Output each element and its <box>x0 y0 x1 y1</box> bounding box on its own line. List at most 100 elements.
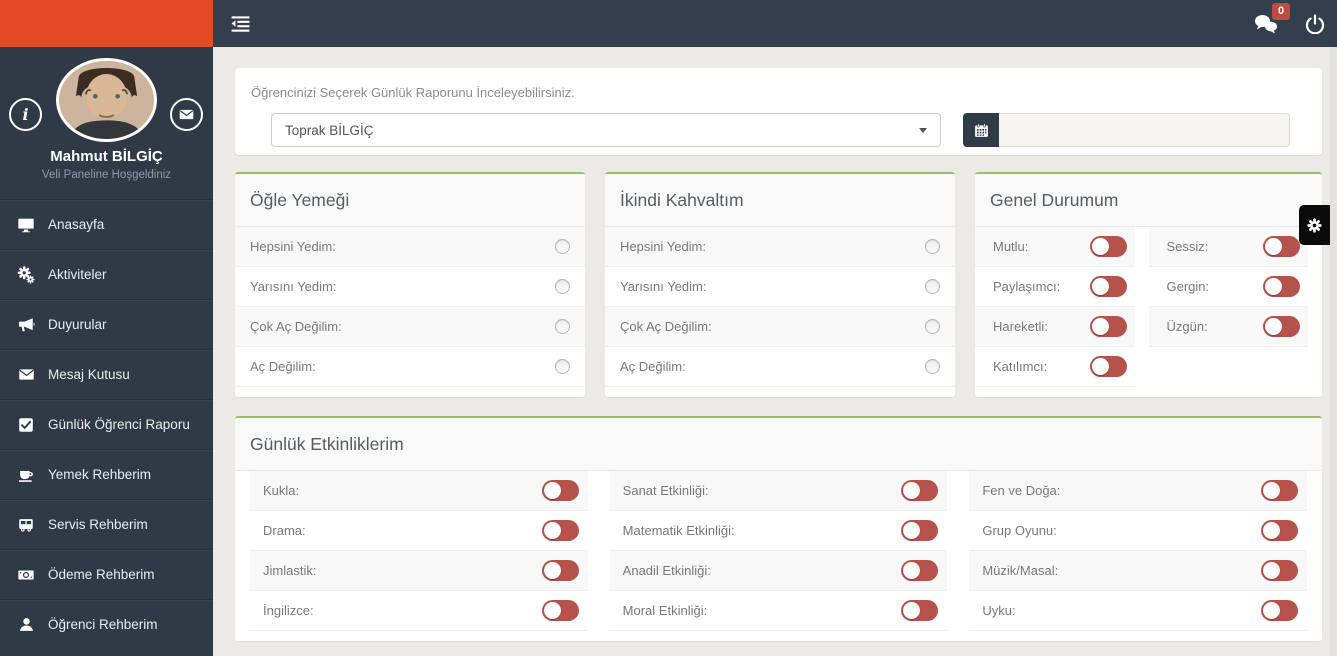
main-content: Öğrencinizi Seçerek Günlük Raporunu İnce… <box>213 47 1337 656</box>
sidebar-item-aktiviteler[interactable]: Aktiviteler <box>0 249 213 299</box>
row-label: Çok Aç Değilim: <box>620 319 712 334</box>
toggle-switch[interactable] <box>1261 520 1299 541</box>
activity-row: Grup Oyunu: <box>969 511 1308 551</box>
sidebar-item-yemek-rehberim[interactable]: Yemek Rehberim <box>0 449 213 499</box>
sidebar-item-gunluk-ogrenci-raporu[interactable]: Günlük Öğrenci Raporu <box>0 399 213 449</box>
check-square-icon <box>15 417 37 433</box>
sidebar-item-anasayfa[interactable]: Anasayfa <box>0 199 213 249</box>
radio-button[interactable] <box>925 239 940 254</box>
row-label: Jimlastik: <box>263 563 317 578</box>
sidebar-toggle-button[interactable] <box>230 13 251 34</box>
row-label: Katılımcı: <box>993 359 1048 374</box>
sidebar-item-label: Öğrenci Rehberim <box>48 617 158 632</box>
row-label: Yarısını Yedim: <box>620 279 707 294</box>
activities-panel: Günlük Etkinliklerim Kukla: Drama: Jimla… <box>235 416 1322 641</box>
student-select-value: Toprak BİLGİÇ <box>285 122 374 138</box>
row-label: Uyku: <box>982 603 1016 618</box>
radio-button[interactable] <box>555 239 570 254</box>
sidebar-item-label: Mesaj Kutusu <box>48 367 130 382</box>
settings-flyout-button[interactable] <box>1299 205 1330 245</box>
row-label: Grup Oyunu: <box>982 523 1057 538</box>
messages-button[interactable]: 0 <box>1253 2 1290 35</box>
sidebar-item-label: Ödeme Rehberim <box>48 567 155 582</box>
sidebar-item-mesaj-kutusu[interactable]: Mesaj Kutusu <box>0 349 213 399</box>
activity-row: İngilizce: <box>250 591 588 631</box>
activity-row: Fen ve Doğa: <box>969 471 1308 511</box>
sidebar-item-odeme-rehberim[interactable]: Ödeme Rehberim <box>0 549 213 599</box>
snack-panel: İkindi Kahvaltım Hepsini Yedim: Yarısını… <box>605 172 955 397</box>
student-select[interactable]: Toprak BİLGİÇ <box>271 113 941 147</box>
toggle-switch[interactable] <box>541 600 579 621</box>
toggle-switch[interactable] <box>1263 316 1300 337</box>
mood-row: Sessiz: <box>1148 227 1308 267</box>
toggle-switch[interactable] <box>1261 600 1299 621</box>
toggle-switch[interactable] <box>541 560 579 581</box>
info-icon: i <box>22 105 29 124</box>
row-label: Aç Değilim: <box>250 359 316 374</box>
user-name: Mahmut BİLGİÇ <box>50 148 163 165</box>
row-label: Sessiz: <box>1166 239 1209 254</box>
money-icon <box>15 566 37 584</box>
toggle-switch[interactable] <box>901 520 939 541</box>
activity-row: Uyku: <box>969 591 1308 631</box>
logout-button[interactable] <box>1305 13 1325 34</box>
toggle-switch[interactable] <box>541 480 579 501</box>
toggle-switch[interactable] <box>1263 236 1300 257</box>
radio-button[interactable] <box>555 319 570 334</box>
toggle-switch[interactable] <box>1089 236 1127 257</box>
row-label: Gergin: <box>1166 279 1210 294</box>
radio-button[interactable] <box>925 319 940 334</box>
activity-row: Sanat Etkinliği: <box>609 471 948 511</box>
toggle-switch[interactable] <box>1089 276 1127 297</box>
toggle-switch[interactable] <box>1089 356 1127 377</box>
toggle-switch[interactable] <box>901 480 939 501</box>
chevron-down-icon <box>919 127 927 133</box>
lunch-panel-title: Öğle Yemeği <box>235 174 585 227</box>
sidebar-item-label: Anasayfa <box>48 217 105 232</box>
toggle-switch[interactable] <box>901 560 939 581</box>
lunch-row: Yarısını Yedim: <box>235 267 585 307</box>
toggle-switch[interactable] <box>901 600 939 621</box>
mood-panel: Genel Durumum Mutlu: Paylaşımcı: Hareket… <box>975 172 1322 397</box>
sidebar-item-ogrenci-rehberim[interactable]: Öğrenci Rehberim <box>0 599 213 649</box>
outdent-icon <box>231 16 250 32</box>
row-label: Mutlu: <box>993 239 1029 254</box>
mood-row: Katılımcı: <box>975 347 1135 387</box>
sidebar-item-servis-rehberim[interactable]: Servis Rehberim <box>0 499 213 549</box>
radio-button[interactable] <box>925 279 940 294</box>
profile-info-button[interactable]: i <box>9 98 42 131</box>
activities-panel-title: Günlük Etkinliklerim <box>235 418 1322 471</box>
sidebar-menu: Anasayfa Aktiviteler Duyurular Mesaj Kut… <box>0 199 213 649</box>
row-label: Matematik Etkinliği: <box>622 523 735 538</box>
sidebar-item-label: Aktiviteler <box>48 267 107 282</box>
scrollbar[interactable] <box>1330 47 1337 656</box>
toggle-switch[interactable] <box>1263 276 1300 297</box>
row-label: İngilizce: <box>263 603 314 618</box>
radio-button[interactable] <box>925 359 940 374</box>
desktop-icon <box>15 216 37 234</box>
mood-panel-title: Genel Durumum <box>975 174 1322 227</box>
gears-icon <box>15 265 37 284</box>
activity-row: Müzik/Masal: <box>969 551 1308 591</box>
profile-message-button[interactable] <box>170 98 203 131</box>
gear-icon <box>1307 217 1322 233</box>
radio-button[interactable] <box>555 279 570 294</box>
activity-row: Kukla: <box>250 471 588 511</box>
brand-block <box>0 0 213 47</box>
toggle-switch[interactable] <box>1089 316 1127 337</box>
toggle-switch[interactable] <box>541 520 579 541</box>
snack-row: Çok Aç Değilim: <box>605 307 955 347</box>
lunch-row: Aç Değilim: <box>235 347 585 387</box>
bus-icon <box>15 516 37 534</box>
user-icon <box>15 616 37 633</box>
toggle-switch[interactable] <box>1261 480 1299 501</box>
sidebar-item-duyurular[interactable]: Duyurular <box>0 299 213 349</box>
radio-button[interactable] <box>555 359 570 374</box>
row-label: Fen ve Doğa: <box>982 483 1061 498</box>
row-label: Drama: <box>263 523 306 538</box>
toggle-switch[interactable] <box>1261 560 1299 581</box>
date-input[interactable] <box>999 113 1290 147</box>
calendar-button[interactable] <box>963 113 999 147</box>
snack-row: Hepsini Yedim: <box>605 227 955 267</box>
row-label: Çok Aç Değilim: <box>250 319 342 334</box>
